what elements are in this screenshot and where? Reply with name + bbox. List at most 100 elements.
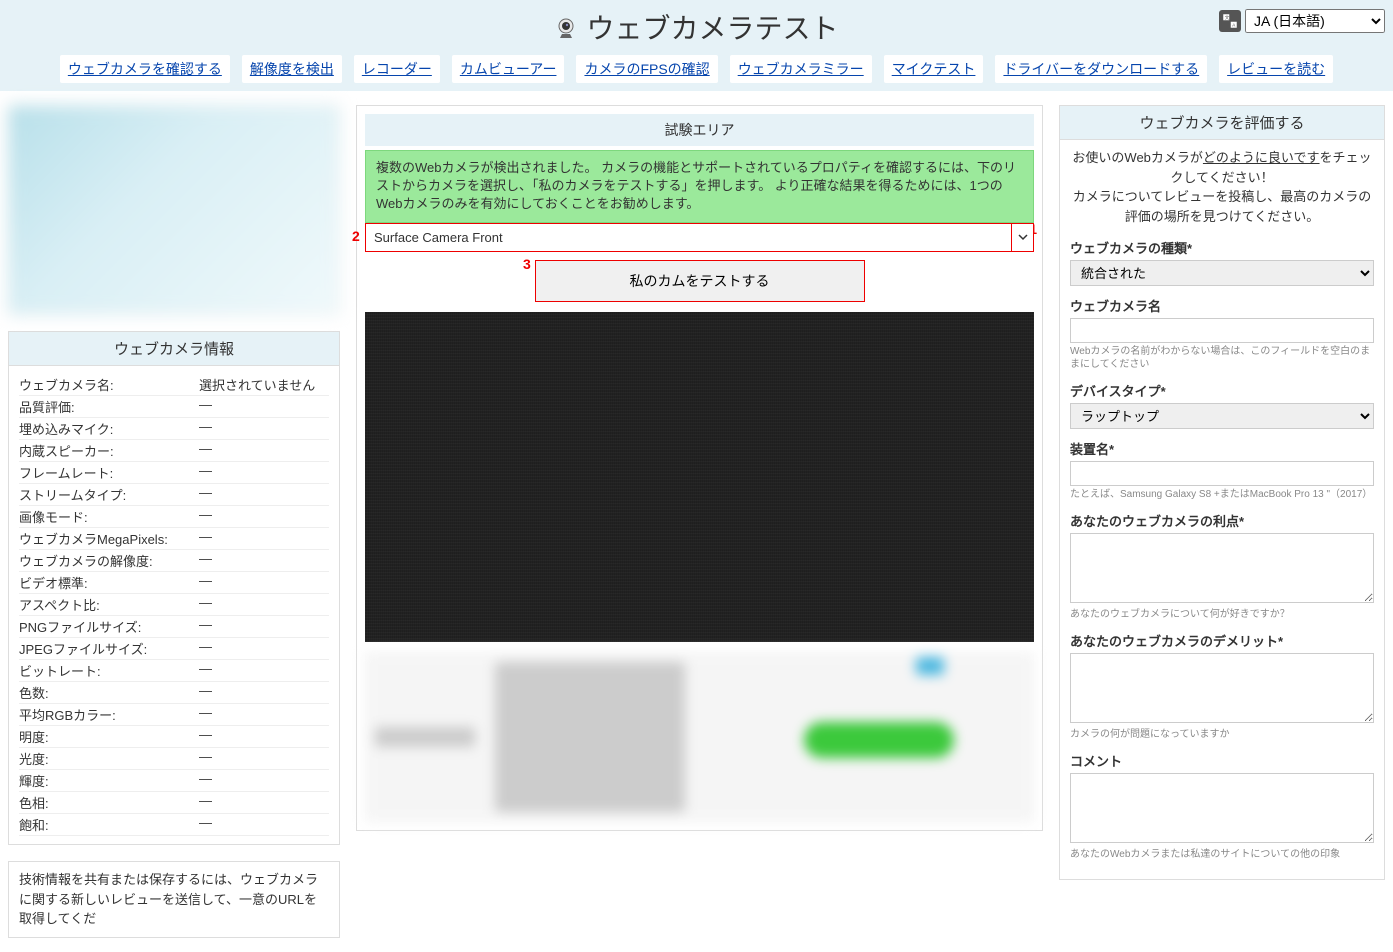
info-value: — <box>199 529 329 548</box>
webcam-name-input[interactable] <box>1070 318 1374 343</box>
info-label: アスペクト比: <box>19 595 199 614</box>
webcam-type-select[interactable]: 統合された <box>1070 260 1374 286</box>
webcam-name-label: ウェブカメラ名 <box>1070 296 1374 315</box>
nav-fps-check[interactable]: カメラのFPSの確認 <box>576 55 717 83</box>
how-good-link[interactable]: どのように良いです <box>1203 150 1320 165</box>
info-label: ウェブカメラMegaPixels: <box>19 529 199 548</box>
info-label: PNGファイルサイズ: <box>19 617 199 636</box>
page-title: ウェブカメラテスト <box>554 7 838 47</box>
info-row: 内蔵スピーカー:— <box>19 440 329 462</box>
nav-cam-viewer[interactable]: カムビューアー <box>452 55 565 83</box>
info-row: 平均RGBカラー:— <box>19 704 329 726</box>
nav-webcam-mirror[interactable]: ウェブカメラミラー <box>730 55 872 83</box>
camera-dropdown-button[interactable] <box>1011 224 1033 251</box>
info-label: ウェブカメラの解像度: <box>19 551 199 570</box>
translate-icon: 文A <box>1219 10 1241 32</box>
info-row: 埋め込みマイク:— <box>19 418 329 440</box>
info-value: — <box>199 507 329 526</box>
info-value: — <box>199 639 329 658</box>
info-value: — <box>199 419 329 438</box>
info-label: ウェブカメラ名: <box>19 375 199 394</box>
comment-label: コメント <box>1070 751 1374 770</box>
device-name-label: 装置名* <box>1070 439 1374 458</box>
info-label: 埋め込みマイク: <box>19 419 199 438</box>
info-label: 品質評価: <box>19 397 199 416</box>
info-row: ビットレート:— <box>19 660 329 682</box>
test-area-panel: 試験エリア 複数のWebカメラが検出されました。 カメラの機能とサポートされてい… <box>356 105 1043 831</box>
info-value: — <box>199 793 329 812</box>
chevron-down-icon <box>1018 229 1028 245</box>
multi-camera-notice: 複数のWebカメラが検出されました。 カメラの機能とサポートされているプロパティ… <box>365 150 1034 223</box>
info-label: ストリームタイプ: <box>19 485 199 504</box>
nav-read-reviews[interactable]: レビューを読む <box>1219 55 1333 83</box>
info-row: 飽和:— <box>19 814 329 836</box>
info-row: ウェブカメラの解像度:— <box>19 550 329 572</box>
pros-textarea[interactable] <box>1070 533 1374 603</box>
info-row: JPEGファイルサイズ:— <box>19 638 329 660</box>
device-name-input[interactable] <box>1070 461 1374 486</box>
comment-hint: あなたのWebカメラまたは私達のサイトについての他の印象 <box>1070 848 1374 861</box>
info-row: ビデオ標準:— <box>19 572 329 594</box>
info-label: 色相: <box>19 793 199 812</box>
info-label: フレームレート: <box>19 463 199 482</box>
nav-detect-resolution[interactable]: 解像度を検出 <box>242 55 342 83</box>
cons-textarea[interactable] <box>1070 653 1374 723</box>
info-row: 画像モード:— <box>19 506 329 528</box>
info-value: — <box>199 485 329 504</box>
info-value: — <box>199 815 329 834</box>
comment-textarea[interactable] <box>1070 773 1374 843</box>
info-label: ビデオ標準: <box>19 573 199 592</box>
nav-mic-test[interactable]: マイクテスト <box>884 55 984 83</box>
info-row: 品質評価:— <box>19 396 329 418</box>
camera-select-value[interactable]: Surface Camera Front <box>366 224 1011 251</box>
nav-download-driver[interactable]: ドライバーをダウンロードする <box>995 55 1207 83</box>
info-value: — <box>199 551 329 570</box>
rate-webcam-panel: ウェブカメラを評価する お使いのWebカメラがどのように良いですをチェックしてく… <box>1059 105 1385 880</box>
tech-note-panel: 技術情報を共有または保存するには、ウェブカメラに関する新しいレビューを送信して、… <box>8 861 340 938</box>
test-camera-button[interactable]: 私のカムをテストする <box>535 260 865 302</box>
language-selector: 文A JA (日本語) <box>1219 9 1385 33</box>
info-value: — <box>199 397 329 416</box>
info-value: — <box>199 573 329 592</box>
video-preview-area <box>365 312 1034 642</box>
info-value: — <box>199 441 329 460</box>
info-value: — <box>199 727 329 746</box>
info-value: — <box>199 705 329 724</box>
info-row: 色数:— <box>19 682 329 704</box>
cons-label: あなたのウェブカメラのデメリット* <box>1070 631 1374 650</box>
test-area-title: 試験エリア <box>365 114 1034 146</box>
info-row: 輝度:— <box>19 770 329 792</box>
info-row: フレームレート:— <box>19 462 329 484</box>
nav-check-webcam[interactable]: ウェブカメラを確認する <box>60 55 230 83</box>
info-row: ウェブカメラMegaPixels:— <box>19 528 329 550</box>
webcam-name-hint: Webカメラの名前がわからない場合は、このフィールドを空白のままにしてください <box>1070 345 1374 371</box>
info-label: 明度: <box>19 727 199 746</box>
info-value: — <box>199 595 329 614</box>
ad-placeholder-left <box>8 105 340 315</box>
info-label: 光度: <box>19 749 199 768</box>
webcam-info-panel: ウェブカメラ情報 ウェブカメラ名:選択されていません品質評価:—埋め込みマイク:… <box>8 331 340 845</box>
info-label: 飽和: <box>19 815 199 834</box>
page-header: ウェブカメラテスト 文A JA (日本語) ウェブカメラを確認する 解像度を検出… <box>0 0 1393 91</box>
info-row: ウェブカメラ名:選択されていません <box>19 374 329 396</box>
device-name-hint: たとえば、Samsung Galaxy S8 +またはMacBook Pro 1… <box>1070 488 1374 501</box>
cons-hint: カメラの何が問題になっていますか <box>1070 728 1374 741</box>
info-label: 画像モード: <box>19 507 199 526</box>
info-label: 色数: <box>19 683 199 702</box>
callout-marker-3: 3 <box>523 256 531 272</box>
info-label: ビットレート: <box>19 661 199 680</box>
info-label: 内蔵スピーカー: <box>19 441 199 460</box>
info-row: 光度:— <box>19 748 329 770</box>
webcam-type-label: ウェブカメラの種類* <box>1070 238 1374 257</box>
camera-select-row: 2 Surface Camera Front <box>365 223 1034 252</box>
info-label: 輝度: <box>19 771 199 790</box>
language-select[interactable]: JA (日本語) <box>1245 9 1385 33</box>
ad-placeholder-bottom <box>365 652 1034 822</box>
pros-label: あなたのウェブカメラの利点* <box>1070 511 1374 530</box>
info-value: — <box>199 771 329 790</box>
info-label: JPEGファイルサイズ: <box>19 639 199 658</box>
svg-text:文: 文 <box>1225 14 1230 21</box>
main-nav: ウェブカメラを確認する 解像度を検出 レコーダー カムビューアー カメラのFPS… <box>0 55 1393 91</box>
device-type-select[interactable]: ラップトップ <box>1070 403 1374 429</box>
nav-recorder[interactable]: レコーダー <box>354 55 440 83</box>
